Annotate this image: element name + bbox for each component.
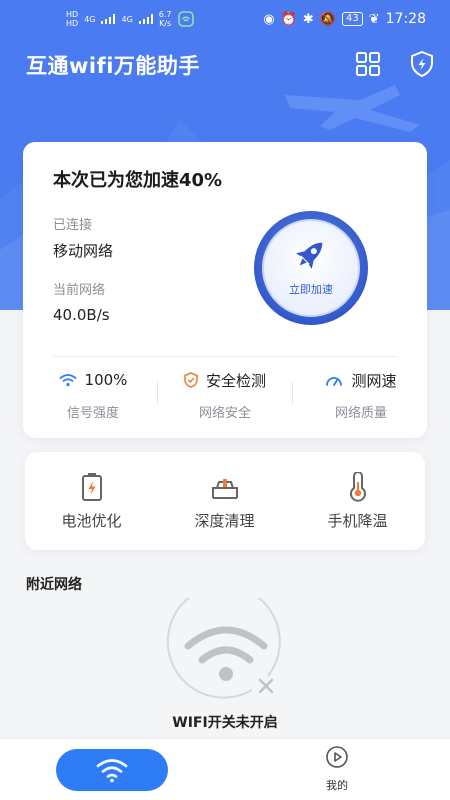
bluetooth-icon: ✱	[302, 11, 314, 27]
boost-button[interactable]	[243, 210, 379, 326]
sim-indicators: HD HD	[66, 10, 78, 28]
wifi-off-illustration	[166, 598, 281, 699]
bottom-tab-bar: 我的	[0, 738, 450, 800]
tools-card: 电池优化 深度清理 手机降温	[25, 452, 425, 550]
phone-cooling-label: 手机降温	[327, 512, 388, 530]
speed-test-stat[interactable]: 测网速 网络质量	[301, 368, 421, 421]
current-network-value: 40.0B/s	[53, 306, 110, 324]
phone-cooling-tool[interactable]: 手机降温	[291, 472, 424, 531]
shield-check-icon	[184, 372, 198, 388]
nearby-networks-title: 附近网络	[26, 577, 82, 593]
security-check-value: 安全检测	[205, 371, 266, 390]
wifi-icon	[59, 374, 76, 387]
network-speed-unit: K/s	[159, 19, 172, 28]
tab-wifi[interactable]	[56, 749, 168, 791]
status-bar: HD HD 4G 4G 6.7 K/s ◉ ⏰ ✱ 🔕 43 ❦ 17:28	[0, 0, 450, 40]
eye-icon: ◉	[263, 11, 275, 27]
tab-mine[interactable]: 我的	[312, 745, 362, 793]
deep-clean-tool[interactable]: 深度清理	[158, 472, 291, 531]
battery-optimize-label: 电池优化	[61, 512, 122, 530]
deep-clean-label: 深度清理	[194, 512, 255, 530]
current-network-label: 当前网络	[53, 283, 106, 298]
boost-headline: 本次已为您加速40%	[53, 170, 223, 191]
signal1-label: 4G	[84, 14, 96, 24]
thermometer-icon	[349, 472, 366, 502]
signal-strength-stat[interactable]: 100% 信号强度	[33, 368, 153, 421]
signal-bars-icon	[101, 14, 116, 24]
battery-optimize-tool[interactable]: 电池优化	[25, 472, 158, 531]
tab-mine-label: 我的	[326, 779, 348, 792]
speedometer-icon	[326, 377, 343, 386]
grid-icon[interactable]	[354, 50, 382, 78]
clock: 17:28	[385, 11, 426, 27]
alarm-icon: ⏰	[280, 11, 297, 27]
speed-test-value: 测网速	[351, 371, 397, 390]
connection-label: 已连接	[53, 218, 93, 233]
connection-value: 移动网络	[53, 242, 114, 260]
card-divider	[53, 356, 397, 357]
mute-icon: 🔕	[319, 11, 336, 27]
shield-bolt-icon[interactable]	[408, 50, 436, 78]
security-check-label: 网络安全	[198, 406, 251, 421]
leaf-icon: ❦	[368, 11, 380, 27]
boost-button-graphic	[254, 211, 368, 325]
cleaner-icon	[211, 479, 238, 499]
speed-boost-card: 本次已为您加速40% 已连接 移动网络 当前网络 40.0B/s 立即加速 10…	[23, 142, 427, 438]
sim2-label: HD	[66, 19, 79, 28]
status-bar-right: ◉ ⏰ ✱ 🔕 43 ❦ 17:28	[263, 11, 426, 27]
signal-strength-label: 信号强度	[66, 406, 119, 421]
app-notification-icon	[177, 11, 194, 27]
stat-separator	[292, 382, 293, 404]
signal-bars-icon	[138, 14, 153, 24]
signal-strength-value: 100%	[84, 371, 128, 389]
wifi-off-message: WIFI开关未开启	[172, 715, 278, 731]
network-speed-value: 6.7	[158, 10, 172, 19]
battery-icon	[81, 473, 102, 501]
sim1-label: HD	[66, 10, 79, 19]
signal2-label: 4G	[121, 14, 133, 24]
security-check-stat[interactable]: 安全检测 网络安全	[165, 368, 285, 421]
wifi-icon	[96, 759, 128, 783]
battery-indicator: 43	[342, 12, 363, 26]
status-bar-left: HD HD 4G 4G 6.7 K/s	[66, 10, 194, 28]
app-title: 互通wifi万能助手	[26, 54, 200, 78]
play-circle-icon	[326, 746, 348, 768]
stat-separator	[157, 382, 158, 404]
network-speed: 6.7 K/s	[159, 10, 172, 28]
speed-test-label: 网络质量	[334, 406, 387, 421]
boost-button-label: 立即加速	[289, 283, 333, 296]
